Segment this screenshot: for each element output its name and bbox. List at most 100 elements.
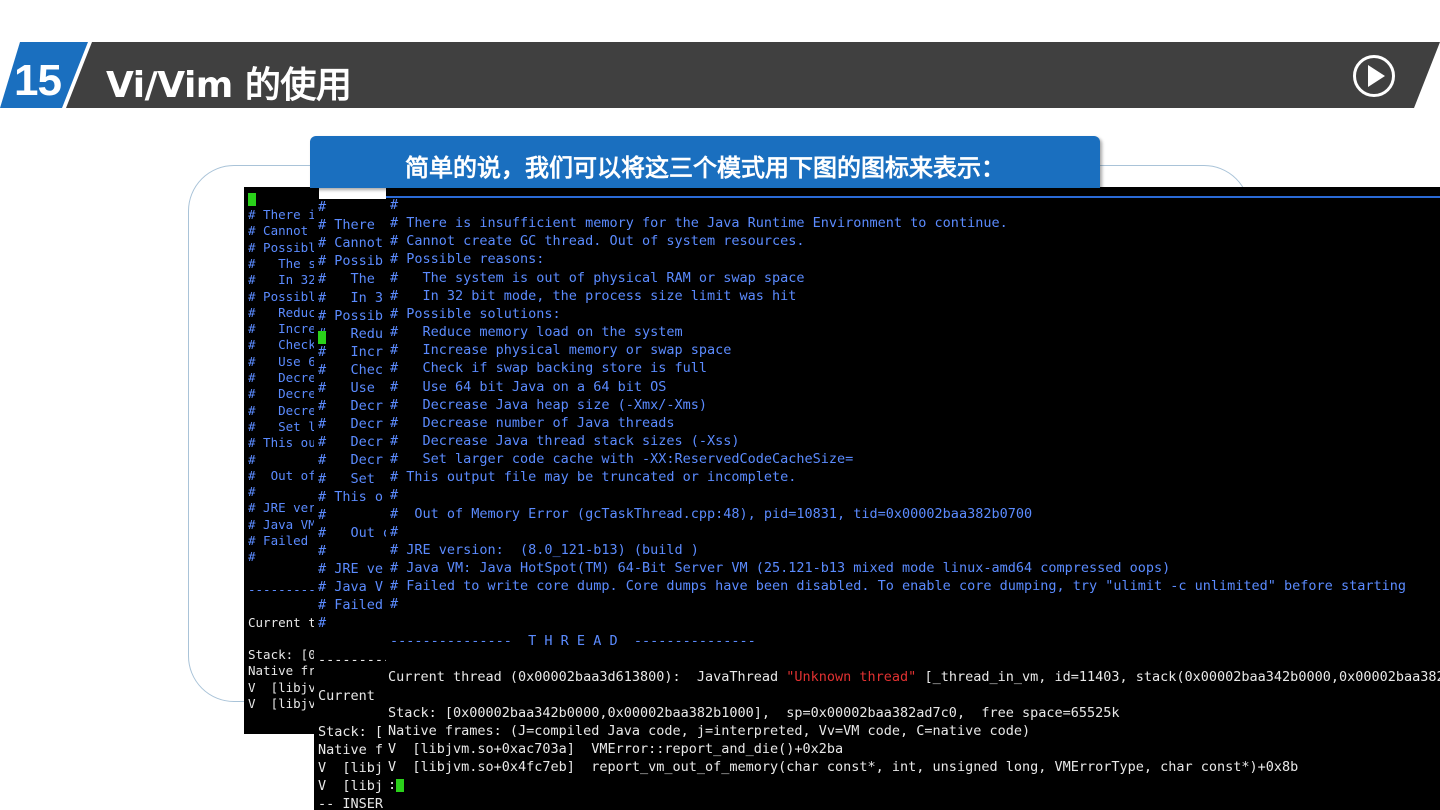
terminal-back-line: # There i <box>248 207 316 222</box>
terminal-back-line: # Failed <box>248 533 316 548</box>
terminal-middle-line: Native f <box>318 742 384 758</box>
terminal-back-line: # Decre <box>248 370 316 385</box>
terminal-middle-line: # <box>318 199 327 215</box>
terminal-front-line: # Use 64 bit Java on a 64 bit OS <box>390 378 667 395</box>
terminal-back-line: V [libjv <box>248 679 316 695</box>
terminal-front-line: # <box>390 487 399 504</box>
terminal-middle-line: # Decr <box>318 452 384 469</box>
terminal-back-line: # Incre <box>248 321 316 337</box>
terminal-back-line: # Decre <box>248 402 316 418</box>
terminal-front-line: # There is insufficient memory for the J… <box>390 215 1008 232</box>
terminal-middle-line: V [libj <box>318 778 384 795</box>
current-thread-line: Current thread (0x00002baa3d613800): Jav… <box>388 669 1440 685</box>
insert-cursor <box>396 778 405 792</box>
terminal-middle-line: # Decr <box>318 416 384 433</box>
terminal-front-line: # Out of Memory Error (gcTaskThread.cpp:… <box>390 505 1033 522</box>
caption-banner: 简单的说，我们可以将这三个模式用下图的图标来表示： <box>310 136 1100 188</box>
terminal-window-front[interactable]: # # There is insufficient memory for the … <box>386 187 1440 810</box>
section-number: 15 <box>14 56 62 105</box>
terminal-front-line: # Decrease Java heap size (-Xmx/-Xms) <box>390 396 707 413</box>
terminal-front-line: # Decrease Java thread stack sizes (-Xss… <box>390 432 740 449</box>
terminal-back-line: Native fr <box>248 663 316 679</box>
terminal-back-line: --------- <box>248 581 316 597</box>
terminal-middle-line: # <box>318 615 327 632</box>
terminal-middle-line: # Incr <box>318 343 384 360</box>
cursor-block <box>318 329 326 345</box>
thread-header: --------------- T H R E A D ------------… <box>390 633 756 649</box>
terminal-middle-line: # Cannot <box>318 235 384 252</box>
terminal-front-line: # <box>390 596 399 613</box>
terminal-back-line: V [libjv <box>248 696 316 711</box>
terminal-middle-line: # Use <box>318 380 384 396</box>
terminal-front-line: # Decrease number of Java threads <box>390 414 675 431</box>
terminal-middle-line: -- INSER <box>318 796 384 810</box>
terminal-middle-line: # Redu <box>318 325 384 342</box>
terminal-top-rule <box>386 196 1440 198</box>
terminal-front-line: # Increase physical memory or swap space <box>390 342 732 359</box>
terminal-back-line: # Out of <box>248 467 316 483</box>
terminal-middle-line: # Decr <box>318 434 384 451</box>
terminal-back-line: Current t <box>248 614 316 630</box>
terminal-front-line: # JRE version: (8.0_121-b13) (build ) <box>390 541 699 558</box>
terminal-middle-line: Current <box>318 687 384 704</box>
terminal-front-line: # Set larger code cache with -XX:Reserve… <box>390 451 854 468</box>
terminal-front-line: # Failed to write core dump. Core dumps … <box>390 578 1406 595</box>
cursor-block <box>248 191 256 206</box>
terminal-back-line: # Use 6 <box>248 353 316 369</box>
terminal-back-line: # Possibl <box>248 288 316 304</box>
terminal-middle-line: # Possib <box>318 253 384 270</box>
terminal-back-line: # The s <box>248 255 316 271</box>
terminal-back-line: # Decre <box>248 386 316 402</box>
terminal-middle-line: # <box>318 506 327 523</box>
terminal-middle-line: # Chec <box>318 361 384 378</box>
terminal-front-line: # In 32 bit mode, the process size limit… <box>390 287 797 304</box>
terminal-middle-line: # There <box>318 217 384 234</box>
terminal-middle-line: # JRE ve <box>318 561 384 577</box>
terminal-middle-line: # Set <box>318 470 384 487</box>
terminal-front-line: # Possible reasons: <box>390 251 545 268</box>
frame-line-2: V [libjvm.so+0x4fc7eb] report_vm_out_of_… <box>388 759 1299 775</box>
terminal-back-line: # Java VM <box>248 516 316 532</box>
unknown-thread-name: "Unknown thread" <box>786 669 917 685</box>
terminal-front-line: # <box>390 523 399 540</box>
terminal-front-line: # Possible solutions: <box>390 305 561 322</box>
play-circle-icon[interactable] <box>1352 54 1396 98</box>
terminal-middle-line: # In 3 <box>318 289 384 306</box>
terminal-front-line: # The system is out of physical RAM or s… <box>390 269 805 286</box>
frame-line-1: V [libjvm.so+0xac703a] VMError::report_a… <box>388 741 844 757</box>
terminal-middle-line: # Possib <box>318 307 384 324</box>
terminal-back-line: # <box>248 451 256 467</box>
command-prompt[interactable]: : <box>388 777 405 793</box>
terminal-middle-line: # The <box>318 271 384 288</box>
terminal-window-middle: # # There # Cannot # Possib # The # In 3 # P… <box>314 199 389 810</box>
terminal-front-line: # Java VM: Java HotSpot(TM) 64-Bit Serve… <box>390 560 1171 576</box>
terminal-middle-line: # Failed <box>318 597 384 614</box>
terminal-front-line: # <box>390 197 399 213</box>
terminal-back-line: # <box>248 484 256 500</box>
stack-line: Stack: [0x00002baa342b0000,0x00002baa382… <box>388 705 1120 721</box>
terminal-back-line: # In 32 <box>248 272 316 288</box>
terminal-front-line: # Check if swap backing store is full <box>390 360 707 377</box>
terminal-middle-line: # <box>318 542 327 559</box>
terminal-back-line: # Possibl <box>248 239 316 255</box>
terminal-back-line: # JRE ver <box>248 500 316 516</box>
terminal-back-line: # Reduc <box>248 304 316 320</box>
terminal-front-line: # This output file may be truncated or i… <box>390 469 797 486</box>
terminal-middle-line: --------- <box>318 651 389 668</box>
terminal-back-line: Stack: [0 <box>248 647 316 663</box>
native-frames-line: Native frames: (J=compiled Java code, j=… <box>388 723 1031 739</box>
terminal-back-line: # Check <box>248 337 316 353</box>
caption-text: 简单的说，我们可以将这三个模式用下图的图标来表示： <box>405 154 1005 182</box>
terminal-middle-line: # Java V <box>318 579 384 596</box>
terminal-front-line: # Reduce memory load on the system <box>390 324 683 341</box>
page-title: Vi/Vim 的使用 <box>106 65 352 106</box>
terminal-back-line: # Set l <box>248 418 316 434</box>
terminal-middle-line: # Decr <box>318 398 384 415</box>
terminal-back-line: # <box>248 549 256 565</box>
terminal-middle-line: Stack: [ <box>318 723 384 740</box>
terminal-middle-line: V [libj <box>318 760 384 777</box>
terminal-front-line: # Cannot create GC thread. Out of system… <box>390 233 805 250</box>
terminal-middle-line: # Out o <box>318 524 389 541</box>
terminal-window-back: # There i # Cannot # Possibl # The s # In 3… <box>244 187 319 734</box>
terminal-back-line: # This ou <box>248 435 316 451</box>
